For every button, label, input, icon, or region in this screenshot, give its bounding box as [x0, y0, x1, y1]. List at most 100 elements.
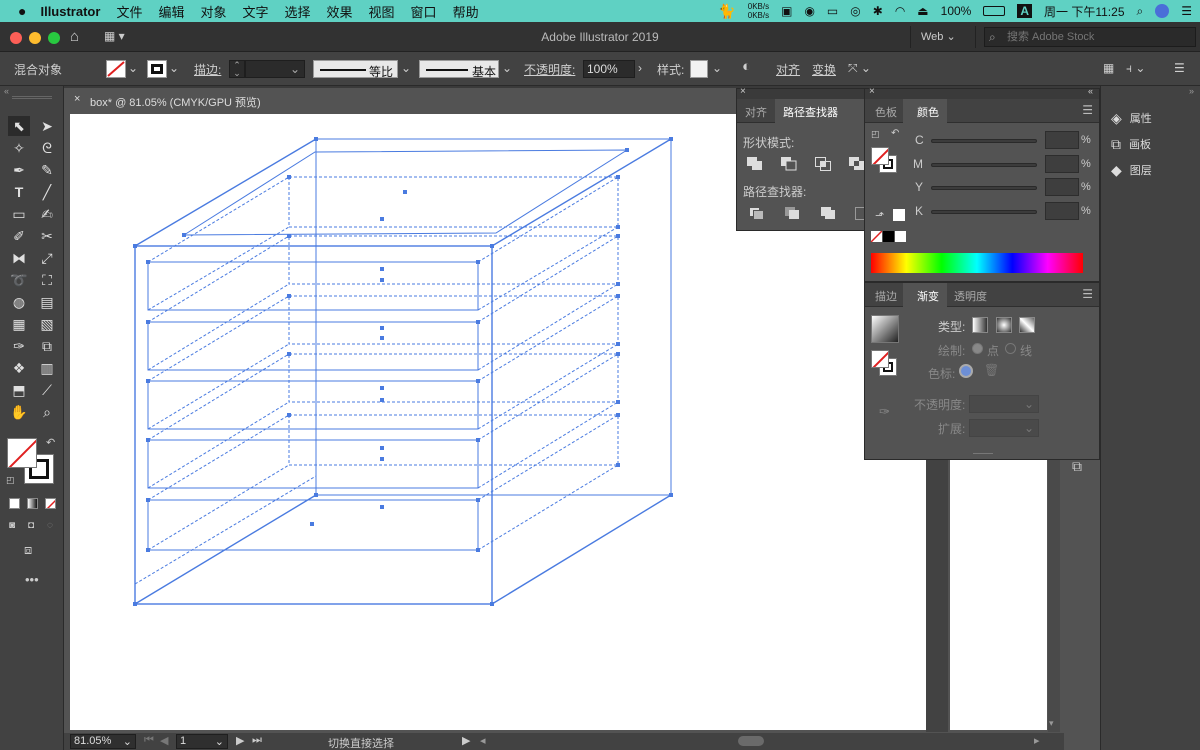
slice-tool-icon[interactable]: ⟋ — [36, 380, 58, 400]
symbol-sprayer-tool-icon[interactable]: ❖ — [8, 358, 30, 378]
status-menu-icon[interactable]: ▶ — [462, 734, 470, 747]
gamut-swatch[interactable] — [893, 209, 905, 221]
last-artboard-icon[interactable]: ⏭ — [252, 734, 262, 747]
control-bar-menu-icon[interactable]: ☰ — [1174, 61, 1185, 75]
close-icon[interactable]: × — [74, 93, 80, 105]
gradient-tool-icon[interactable]: ▧ — [36, 314, 58, 334]
export-icon[interactable]: ⧉ — [1072, 458, 1082, 475]
artboard-number-input[interactable]: 1 ⌄ — [176, 734, 228, 749]
recolor-artwork-icon[interactable]: ◐ — [742, 58, 751, 75]
paintbrush-tool-icon[interactable]: ✍ — [36, 204, 58, 224]
prev-artboard-icon[interactable]: ◀ — [160, 734, 168, 747]
gradient-opacity-dropdown[interactable]: ⌄ — [969, 395, 1039, 413]
dock-artboards[interactable]: ⧉ 画板 — [1111, 134, 1151, 154]
dock-layers[interactable]: ◆ 图层 — [1111, 160, 1152, 180]
swap-fill-stroke-icon[interactable]: ↶ — [46, 436, 55, 449]
color-spectrum[interactable] — [871, 253, 1083, 273]
trim-icon[interactable] — [785, 207, 803, 223]
channel-m-slider[interactable] — [931, 163, 1037, 167]
brush-definition[interactable]: 基本 — [419, 60, 499, 79]
tab-stroke[interactable]: 描边 — [875, 288, 897, 304]
column-graph-tool-icon[interactable]: ▥ — [36, 358, 58, 378]
shaper-tool-icon[interactable]: ✐ — [8, 226, 30, 246]
perspective-grid-tool-icon[interactable]: ▤ — [36, 292, 58, 312]
menu-app-name[interactable]: Illustrator — [40, 4, 100, 19]
channel-k-input[interactable] — [1045, 202, 1079, 220]
spotlight-icon[interactable]: ⌕ — [1137, 4, 1144, 19]
selection-tool-icon[interactable]: ⬉ — [8, 116, 30, 136]
cat-icon[interactable]: 🐈 — [718, 3, 735, 20]
draw-point-radio[interactable] — [972, 343, 983, 354]
scan-icon[interactable]: ▣ — [781, 4, 792, 18]
hand-tool-icon[interactable]: ✋ — [8, 402, 30, 422]
gradient-mode-icon[interactable] — [27, 498, 38, 509]
draw-behind-icon[interactable]: ◘ — [28, 520, 34, 531]
arrange-panels-icon[interactable]: ▦ — [1103, 61, 1114, 75]
align-link[interactable]: 对齐 — [776, 61, 800, 78]
radial-gradient-icon[interactable] — [996, 317, 1012, 333]
opacity-input[interactable]: 100% — [583, 60, 635, 78]
curvature-tool-icon[interactable]: ✎ — [36, 160, 58, 180]
line-tool-icon[interactable]: ╱ — [36, 182, 58, 202]
battery-icon[interactable] — [983, 6, 1006, 16]
rectangle-tool-icon[interactable]: ▭ — [8, 204, 30, 224]
reflect-tool-icon[interactable]: ⧓ — [8, 248, 30, 268]
stroke-weight-input[interactable]: ⌄ — [245, 60, 305, 78]
control-panel-options-icon[interactable]: ⫞ ⌄ — [1126, 61, 1145, 76]
first-artboard-icon[interactable]: ⏮ — [144, 734, 154, 747]
scissors-tool-icon[interactable]: ✂ — [36, 226, 58, 246]
lasso-tool-icon[interactable]: ᘓ — [36, 138, 58, 158]
isolate-group-icon[interactable]: ⤧ ⌄ — [848, 61, 871, 76]
intersect-icon[interactable] — [815, 157, 833, 173]
mesh-tool-icon[interactable]: ▦ — [8, 314, 30, 334]
style-dropdown-icon[interactable]: ⌄ — [712, 61, 722, 75]
fill-stroke-reset-icon[interactable]: ◰ — [871, 129, 880, 140]
opacity-label[interactable]: 不透明度: — [524, 61, 575, 78]
menu-file[interactable]: 文件 — [116, 2, 142, 21]
delete-stop-icon[interactable]: 🗑 — [984, 363, 999, 377]
menu-view[interactable]: 视图 — [369, 2, 395, 21]
tab-color[interactable]: 颜色 — [917, 104, 939, 120]
none-swatch[interactable] — [871, 231, 882, 242]
eject-icon[interactable]: ⏏ — [917, 4, 928, 18]
tab-pathfinder[interactable]: 路径查找器 — [783, 104, 838, 120]
wechat-icon[interactable]: ◉ — [804, 4, 814, 18]
edit-toolbar-icon[interactable]: ••• — [25, 572, 39, 587]
collapse-panel-icon[interactable]: « — [4, 86, 9, 96]
notification-center-icon[interactable]: ☰ — [1181, 4, 1192, 18]
draw-normal-icon[interactable]: ◙ — [9, 520, 15, 531]
expand-dropdown[interactable]: ⌄ — [969, 419, 1039, 437]
panel-header[interactable]: × — [737, 86, 865, 99]
minus-front-icon[interactable] — [781, 157, 799, 173]
zoom-tool-icon[interactable]: ⌕ — [36, 402, 58, 422]
channel-y-input[interactable] — [1045, 178, 1079, 196]
color-stop-icon[interactable] — [959, 364, 973, 378]
white-swatch[interactable] — [895, 231, 906, 242]
input-method-icon[interactable]: A — [1017, 4, 1033, 18]
magic-wand-tool-icon[interactable]: ✧ — [8, 138, 30, 158]
unite-icon[interactable] — [747, 157, 765, 173]
panel-menu-icon[interactable]: ☰ — [1082, 103, 1093, 117]
anchor-points[interactable] — [133, 137, 673, 606]
color-fill-box[interactable] — [871, 147, 889, 165]
panel-menu-icon[interactable]: ☰ — [1082, 287, 1093, 301]
bluetooth-icon[interactable]: ✱ — [873, 4, 883, 18]
screen-mode-icon[interactable]: ⧈ — [24, 542, 32, 558]
free-transform-tool-icon[interactable]: ⛶ — [36, 270, 58, 290]
drawer-fronts[interactable] — [147, 261, 479, 551]
transform-link[interactable]: 变换 — [812, 61, 836, 78]
stroke-dropdown-icon[interactable]: ⌄ — [169, 61, 179, 75]
tab-transparency[interactable]: 透明度 — [954, 288, 987, 304]
variable-width-profile[interactable]: 等比 — [313, 60, 398, 79]
fill-color-box[interactable] — [7, 438, 37, 468]
collapse-panel-icon[interactable]: « — [1088, 86, 1093, 96]
zoom-input[interactable]: 81.05% ⌄ — [70, 734, 136, 749]
shape-builder-tool-icon[interactable]: ◍ — [8, 292, 30, 312]
panel-resize-grip[interactable] — [973, 453, 993, 456]
horizontal-scroll-right-icon[interactable]: ▸ — [1034, 734, 1040, 747]
artboard-tool-icon[interactable]: ⬒ — [8, 380, 30, 400]
workspace-switcher[interactable]: Web ⌄ — [910, 26, 976, 48]
channel-c-slider[interactable] — [931, 139, 1037, 143]
fill-dropdown-icon[interactable]: ⌄ — [128, 61, 138, 75]
stroke-label[interactable]: 描边: — [194, 61, 221, 78]
